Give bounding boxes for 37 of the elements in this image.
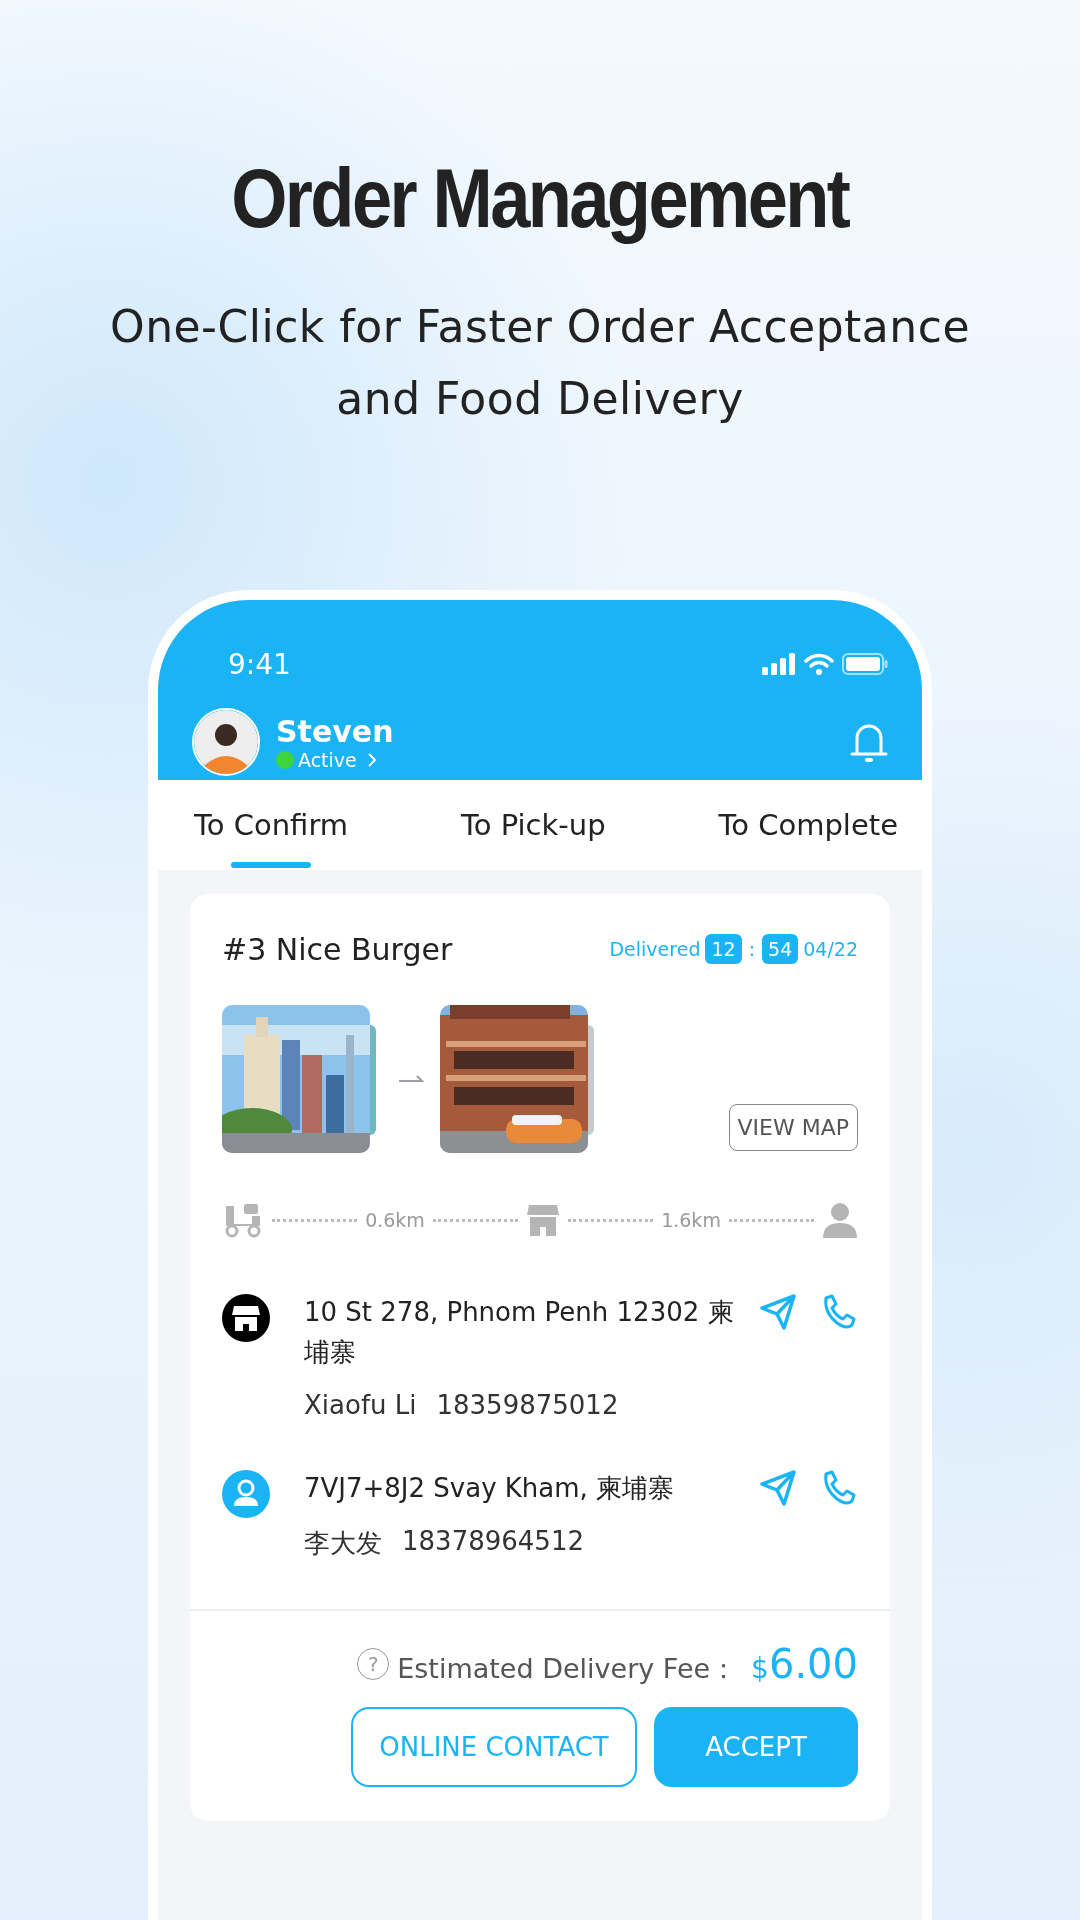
battery-icon (842, 653, 888, 675)
distance-label: 0.6km (365, 1209, 425, 1231)
person-icon (822, 1202, 859, 1238)
chevron-right-icon[interactable] (366, 751, 377, 768)
address: 10 St 278, Phnom Penh 12302 柬埔寨 (304, 1296, 734, 1369)
address: 7VJ7+8J2 Svay Kham, 柬埔寨 (304, 1472, 676, 1505)
subtitle: One-Click for Faster Order Acceptance (110, 300, 970, 354)
person-icon (222, 1470, 270, 1518)
time-hour: 12 (705, 934, 742, 964)
currency-symbol: $ (751, 1652, 769, 1685)
view-map-button[interactable]: VIEW MAP (728, 1103, 858, 1151)
user-name: Steven (276, 713, 395, 749)
store-icon (222, 1294, 270, 1342)
signal-icon (762, 653, 796, 675)
store-icon (526, 1203, 560, 1237)
send-icon[interactable] (758, 1468, 798, 1508)
contact-name: Xiaofu Li (304, 1390, 417, 1420)
time-minute: 54 (762, 934, 799, 964)
send-icon[interactable] (758, 1292, 798, 1332)
phone-number: 18359875012 (436, 1390, 619, 1420)
fee-amount: 6.00 (768, 1641, 858, 1687)
time-separator: : (747, 938, 757, 960)
headline: Order Management (231, 150, 849, 247)
wifi-icon (804, 653, 834, 675)
order-status: Delivered (609, 938, 701, 960)
order-title: #3 Nice Burger (222, 931, 453, 967)
tab[interactable]: To Complete (718, 780, 898, 870)
contact-name: 李大发 (304, 1527, 382, 1560)
order-date: 04/22 (803, 938, 858, 960)
tab[interactable]: To Confirm (194, 780, 349, 870)
subtitle: and Food Delivery (336, 372, 744, 426)
avatar[interactable] (192, 708, 260, 776)
fee-label: Estimated Delivery Fee： (397, 1652, 738, 1686)
phone-number: 18378964512 (402, 1526, 584, 1558)
status-time: 9:41 (228, 647, 291, 681)
distance-label: 1.6km (661, 1209, 721, 1231)
tab[interactable]: To Pick-up (460, 780, 606, 870)
